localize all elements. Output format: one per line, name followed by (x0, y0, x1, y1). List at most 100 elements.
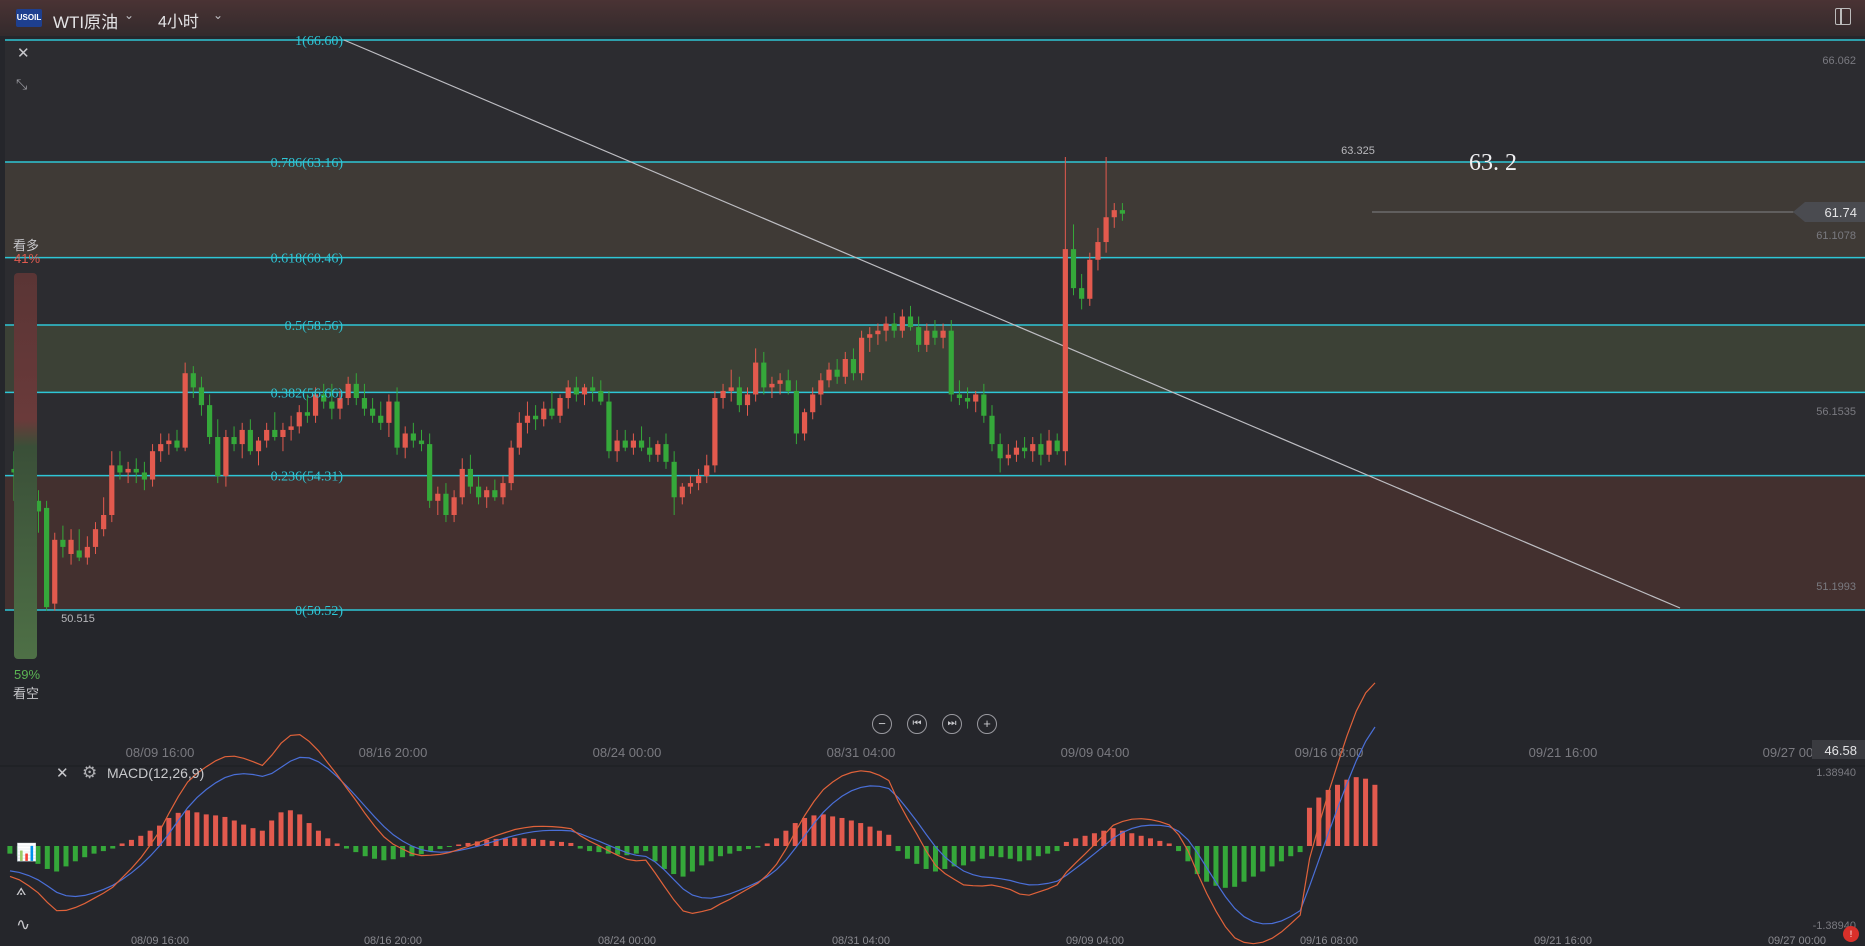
macd-time-label: 09/16 08:00 (1300, 935, 1358, 946)
macd-bar (680, 846, 686, 877)
macd-bar (54, 846, 60, 872)
macd-bar (91, 846, 97, 854)
macd-bar (979, 846, 985, 859)
macd-bar (353, 846, 359, 853)
low-price-label: 50.515 (61, 613, 95, 625)
time-axis-label: 08/24 00:00 (593, 745, 662, 760)
chevron-down-icon[interactable]: ⌄ (124, 8, 134, 22)
macd-bar (783, 830, 789, 846)
bullish-percentage: 41% (14, 251, 41, 266)
candlestick[interactable] (427, 433, 433, 508)
close-indicator-icon[interactable]: ✕ (56, 764, 69, 782)
zoom-out-button[interactable]: − (872, 714, 892, 734)
macd-bar (231, 820, 237, 846)
indicator-icon[interactable]: 📊 (16, 843, 37, 863)
macd-bar (1297, 846, 1303, 853)
macd-bar (381, 846, 387, 861)
candlestick[interactable] (1087, 252, 1093, 306)
candlestick[interactable] (859, 330, 865, 381)
macd-bar (138, 835, 144, 846)
macd-bar (287, 810, 293, 846)
scroll-end-button[interactable]: ⏭ (942, 714, 962, 734)
macd-bar (932, 846, 938, 872)
collapse-icon[interactable]: ⤡ (16, 76, 27, 93)
macd-bar (72, 846, 78, 862)
macd-bar (811, 815, 817, 846)
macd-bar (587, 846, 593, 852)
time-axis-label: 09/09 04:00 (1061, 745, 1130, 760)
fib-label: 0.5(58.56) (285, 319, 344, 334)
macd-bar (652, 846, 658, 862)
macd-bar (1166, 843, 1172, 846)
macd-bar (44, 846, 50, 869)
macd-bar (213, 815, 219, 846)
candlestick[interactable] (508, 440, 514, 491)
macd-bar (185, 810, 191, 846)
macd-bar (259, 830, 265, 846)
time-axis-label: 08/09 16:00 (126, 745, 195, 760)
macd-bar (7, 846, 13, 854)
time-axis-label: 09/21 16:00 (1529, 745, 1598, 760)
candlestick[interactable] (52, 532, 58, 611)
close-icon[interactable]: ✕ (17, 44, 30, 62)
macd-bar (521, 838, 527, 846)
svg-text:46.58: 46.58 (1824, 743, 1857, 758)
layout-panel-icon[interactable] (1835, 8, 1851, 25)
price-chart[interactable]: 1(66.60) 0.786(63.16) 0.618(60.46) 0.5(58.5… (0, 0, 1865, 946)
macd-bar (315, 830, 321, 846)
macd-bar (241, 824, 247, 846)
zoom-in-button[interactable]: + (977, 714, 997, 734)
macd-panel: 1.38940-1.38940 (0, 682, 1865, 945)
scroll-start-button[interactable]: ⏮ (907, 714, 927, 734)
time-axis-label: 08/16 20:00 (359, 745, 428, 760)
macd-bar (1269, 846, 1275, 867)
macd-bar (559, 841, 565, 846)
macd-bar (110, 846, 116, 849)
symbol-logo[interactable]: USOIL (16, 9, 42, 27)
macd-bar (530, 838, 536, 846)
fib-label: 0.382(56.66) (271, 386, 344, 401)
period-selector[interactable]: 4小时 (158, 8, 199, 32)
time-axis-label: 08/31 04:00 (827, 745, 896, 760)
macd-bar (886, 834, 892, 846)
bearish-label: 看空 (13, 686, 40, 701)
macd-bar (1232, 846, 1238, 887)
price-annotation[interactable]: 63. 2 (1469, 150, 1517, 176)
macd-bar (297, 814, 303, 846)
macd-bar (100, 846, 106, 852)
fib-band (5, 40, 1865, 162)
macd-bar (1335, 784, 1341, 846)
price-axis-label: 61.1078 (1816, 230, 1856, 242)
macd-bar (1138, 835, 1144, 846)
macd-bar (1250, 846, 1256, 877)
waveform-icon[interactable]: ∿ (16, 915, 30, 935)
macd-bar (1363, 778, 1369, 846)
price-axis-label: 66.062 (1822, 55, 1856, 67)
macd-bar (802, 817, 808, 846)
fib-label: 0.786(63.16) (271, 156, 344, 171)
price-axis-label: 51.1993 (1816, 581, 1856, 593)
candlestick[interactable] (44, 500, 50, 611)
alert-icon[interactable]: ! (1843, 926, 1859, 942)
macd-bar (1082, 835, 1088, 846)
macd-bar (456, 844, 462, 846)
macd-bar (867, 826, 873, 846)
svg-text:61.74: 61.74 (1824, 205, 1857, 220)
macd-bar (1129, 833, 1135, 846)
macd-bar (372, 846, 378, 859)
macd-bar (998, 846, 1004, 858)
drawing-tool-icon[interactable]: ⟑ (16, 880, 26, 900)
symbol-selector[interactable]: WTI原油 (53, 8, 118, 33)
macd-time-label: 08/31 04:00 (832, 935, 890, 946)
candlestick[interactable] (712, 390, 718, 473)
fib-label: 0(50.52) (295, 604, 343, 619)
candlestick[interactable] (948, 320, 954, 402)
macd-bar (970, 846, 976, 862)
chevron-down-icon[interactable]: ⌄ (213, 8, 223, 22)
macd-bar (661, 846, 667, 869)
gear-icon[interactable]: ⚙ (82, 763, 97, 783)
macd-bar (1054, 846, 1060, 852)
candlestick[interactable] (182, 362, 188, 452)
macd-bar (147, 830, 153, 846)
macd-bar (362, 846, 368, 857)
